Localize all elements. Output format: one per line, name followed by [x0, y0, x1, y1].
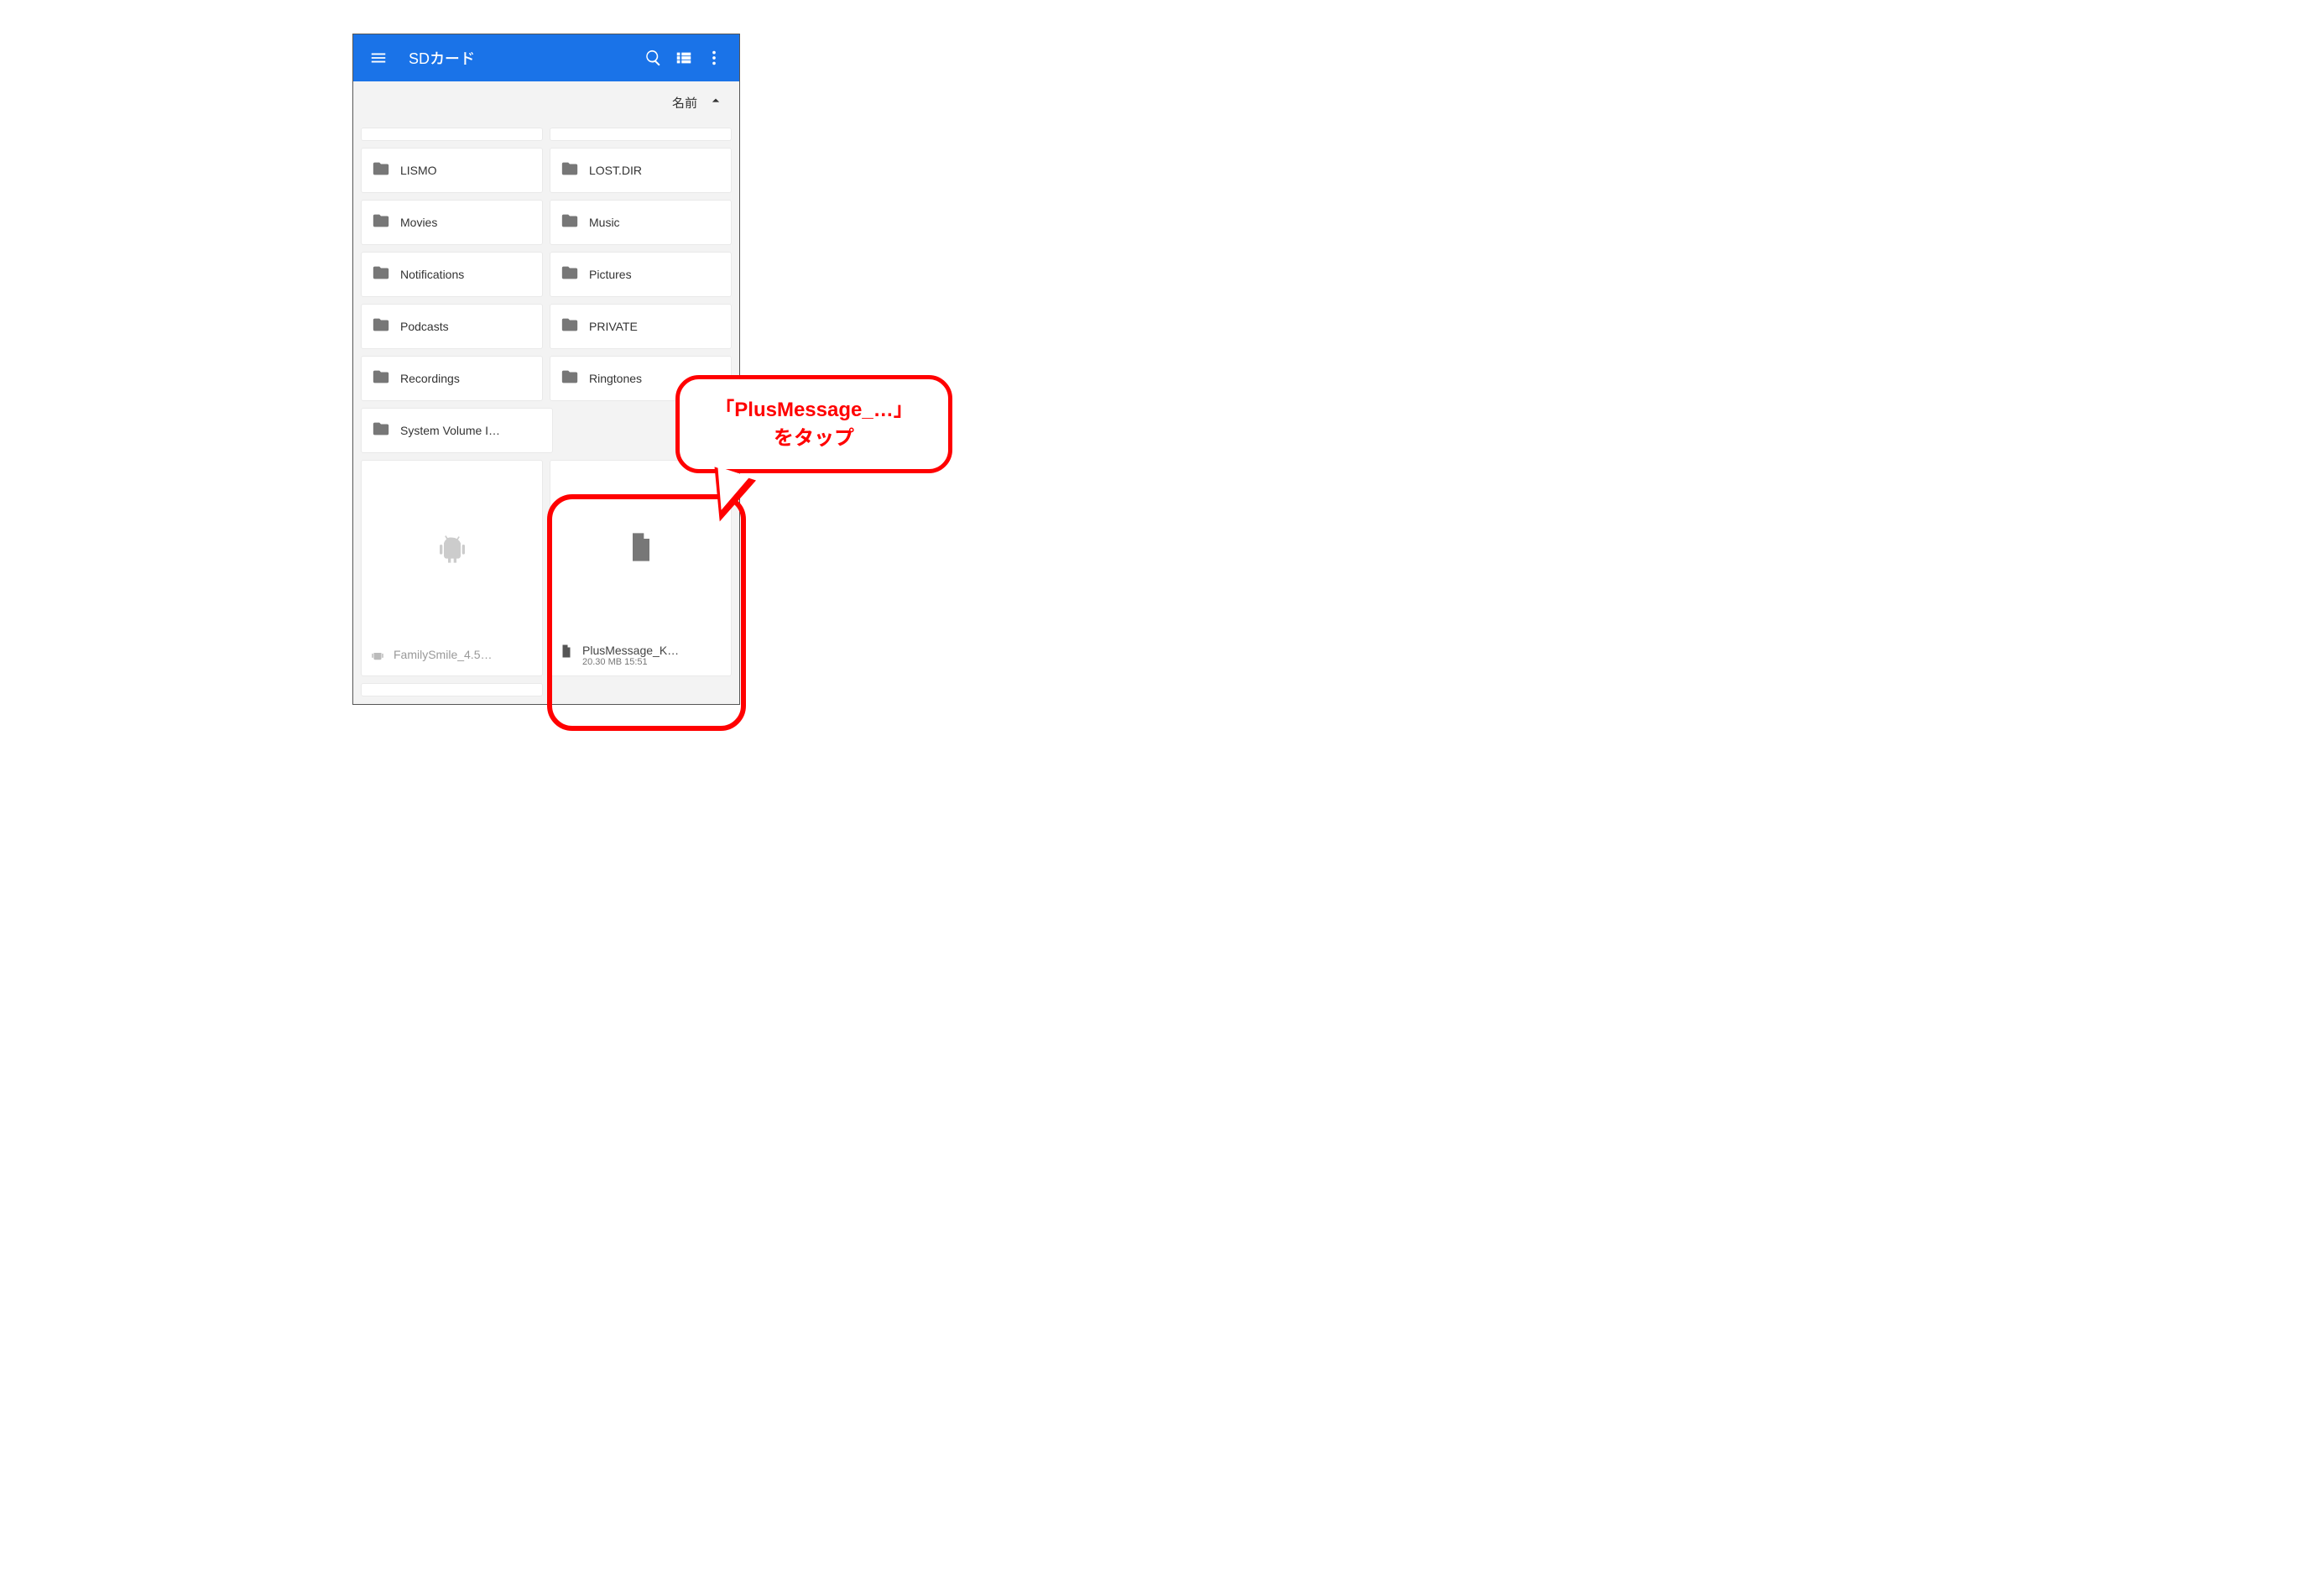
file-name: FamilySmile_4.5…: [394, 648, 492, 661]
file-meta: 20.30 MB 15:51: [582, 657, 679, 667]
app-bar: SDカード: [353, 34, 739, 81]
folder-icon: [372, 420, 390, 442]
folder-icon: [561, 211, 579, 234]
file-name: PlusMessage_K…: [582, 644, 679, 657]
folder-item[interactable]: LOST.DIR: [550, 149, 731, 192]
folder-name: Ringtones: [589, 372, 642, 385]
folder-item[interactable]: System Volume I…: [362, 409, 552, 452]
folder-item[interactable]: Notifications: [362, 253, 542, 296]
file-grid: LISMO LOST.DIR Movies Music Notification…: [353, 123, 739, 704]
folder-icon: [372, 159, 390, 182]
folder-name: PRIVATE: [589, 320, 638, 333]
folder-name: Podcasts: [400, 320, 449, 333]
folder-item[interactable]: Podcasts: [362, 305, 542, 348]
android-icon: [370, 648, 385, 667]
search-icon[interactable]: [639, 43, 669, 73]
folder-icon: [372, 316, 390, 338]
folder-icon: [372, 368, 390, 390]
folder-item-peek[interactable]: [362, 128, 542, 140]
folder-item-peek[interactable]: [362, 684, 542, 696]
folder-item[interactable]: Pictures: [550, 253, 731, 296]
folder-icon: [561, 159, 579, 182]
folder-name: Movies: [400, 216, 437, 229]
folder-icon: [372, 211, 390, 234]
menu-icon[interactable]: [363, 43, 394, 73]
view-list-icon[interactable]: [669, 43, 699, 73]
page-title: SDカード: [409, 47, 475, 69]
folder-item[interactable]: Music: [550, 201, 731, 244]
android-icon: [435, 532, 469, 570]
folder-icon: [372, 263, 390, 286]
sort-bar[interactable]: 名前: [353, 81, 739, 123]
folder-name: Recordings: [400, 372, 460, 385]
file-icon: [559, 644, 574, 663]
more-vert-icon[interactable]: [699, 43, 729, 73]
file-icon: [624, 530, 658, 568]
folder-item[interactable]: Ringtones: [550, 357, 731, 400]
folder-item[interactable]: LISMO: [362, 149, 542, 192]
folder-icon: [561, 316, 579, 338]
sort-label: 名前: [672, 94, 697, 112]
file-item-plusmessage[interactable]: PlusMessage_K… 20.30 MB 15:51: [550, 461, 731, 675]
file-item-apk[interactable]: FamilySmile_4.5…: [362, 461, 542, 675]
folder-name: Music: [589, 216, 620, 229]
folder-item[interactable]: Recordings: [362, 357, 542, 400]
folder-name: LISMO: [400, 164, 437, 177]
folder-name: Pictures: [589, 268, 632, 281]
folder-icon: [561, 368, 579, 390]
folder-icon: [561, 263, 579, 286]
folder-name: System Volume I…: [400, 424, 500, 437]
folder-name: Notifications: [400, 268, 464, 281]
folder-name: LOST.DIR: [589, 164, 642, 177]
folder-item[interactable]: Movies: [362, 201, 542, 244]
folder-item-peek[interactable]: [550, 128, 731, 140]
chevron-up-icon: [707, 92, 724, 113]
file-manager-app: SDカード 名前 LISMO LOST.DIR: [352, 34, 740, 705]
folder-item[interactable]: PRIVATE: [550, 305, 731, 348]
